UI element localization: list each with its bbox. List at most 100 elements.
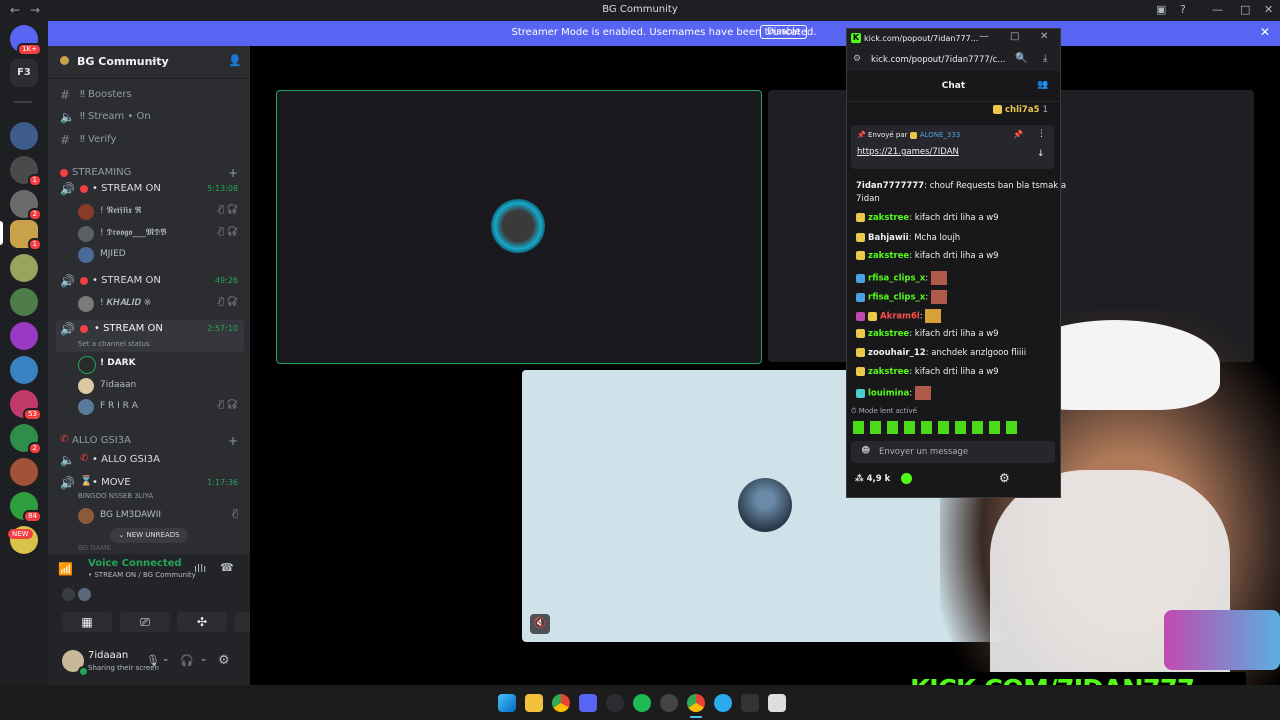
server-icon[interactable] xyxy=(10,322,38,350)
chat-message[interactable]: zakstree: kifach drti liha a w9 xyxy=(856,329,999,339)
signal-icon[interactable]: 📶 xyxy=(58,562,73,576)
participant-avatar[interactable] xyxy=(78,588,91,601)
chat-message[interactable]: zakstree: kifach drti liha a w9 xyxy=(856,367,999,377)
headphones-icon[interactable]: 🎧 xyxy=(180,654,194,667)
voice-user[interactable]: F R I R A 🎙̸ 🎧̸ xyxy=(78,397,246,417)
file-explorer-icon[interactable] xyxy=(525,694,543,712)
chat-message[interactable]: rfisa_clips_x: xyxy=(856,290,947,304)
server-icon[interactable]: 2 xyxy=(10,190,42,221)
voice-user[interactable]: MJIED xyxy=(78,245,246,265)
disable-button[interactable]: Disable xyxy=(760,25,808,39)
telegram-icon[interactable] xyxy=(714,694,732,712)
minimize-icon[interactable]: — xyxy=(1212,3,1223,16)
download-icon[interactable]: ⤓ xyxy=(1043,53,1047,64)
close-icon[interactable]: ✕ xyxy=(1040,31,1048,42)
minimize-icon[interactable]: — xyxy=(979,31,989,42)
server-icon-bg-community[interactable]: 1 xyxy=(10,220,42,251)
chat-message[interactable]: zakstree: kifach drti liha a w9 xyxy=(856,213,999,223)
spotify-icon[interactable] xyxy=(633,694,651,712)
server-icon-f3[interactable]: F3 xyxy=(10,59,38,87)
noise-suppression-icon[interactable]: ıllı xyxy=(194,562,206,575)
add-channel-icon[interactable]: + xyxy=(228,434,238,448)
server-icon[interactable] xyxy=(10,288,38,316)
chevron-down-icon[interactable]: ⌄ xyxy=(162,654,170,664)
settings-gear-icon[interactable]: ⚙ xyxy=(218,653,230,668)
chat-message[interactable]: Bahjawii: Mcha loujh xyxy=(856,233,960,243)
obs-icon[interactable] xyxy=(660,694,678,712)
pinned-message[interactable]: 📌 Envoyé par ALONE_333 📌 ⋮ https://21.ga… xyxy=(851,125,1054,169)
server-icon[interactable] xyxy=(10,458,38,486)
direct-messages-button[interactable]: 1K+ xyxy=(10,25,42,56)
voice-channel-2[interactable]: 🔊 • STREAM ON 49:26 xyxy=(56,272,246,292)
maximize-icon[interactable]: □ xyxy=(1240,3,1250,16)
chat-message[interactable]: zakstree: kifach drti liha a w9 xyxy=(856,251,999,261)
camera-off-button[interactable]: ▦ xyxy=(62,612,112,632)
more-options-icon[interactable]: ⋮ xyxy=(1037,129,1046,139)
server-icon[interactable]: 53 xyxy=(10,390,42,421)
voice-channel-5[interactable]: 🔊 ⌛ • MOVE 1:17:36 xyxy=(56,474,246,494)
add-channel-icon[interactable]: + xyxy=(228,166,238,180)
disconnect-icon[interactable]: ☎ xyxy=(220,561,234,574)
pinned-link[interactable]: https://21.games/7IDAN xyxy=(857,147,959,157)
close-icon[interactable]: ✕ xyxy=(1264,3,1273,16)
voice-connected-sub[interactable]: • STREAM ON / BG Community xyxy=(88,571,196,579)
voice-channel-1[interactable]: 🔊 • STREAM ON 5:13:08 xyxy=(56,180,246,200)
voice-user[interactable]: ! 𝕯𝖗𝖔𝖔𝖌𝖔___𝕸𝕯𝕭 🎙̸ 🎧̸ xyxy=(78,224,246,244)
channel-boosters[interactable]: # ‼ Boosters xyxy=(56,86,246,106)
site-info-icon[interactable]: ⚙ xyxy=(853,54,861,64)
arrow-down-icon[interactable]: ↓ xyxy=(1037,149,1045,159)
url-bar[interactable]: ⚙ kick.com/popout/7idan7777/c... 🔍 ⤓ xyxy=(847,49,1060,71)
voice-user[interactable]: ! 𝑲𝑯𝑨𝑳𝑰𝑫 ※ 🎙̸ 🎧̸ xyxy=(78,294,246,314)
top-gifter[interactable]: chli7a5 1 xyxy=(993,105,1048,115)
chat-input[interactable]: ☻ Envoyer un message xyxy=(851,441,1055,463)
channel-verify[interactable]: # ‼ Verify xyxy=(56,131,246,151)
chat-message[interactable]: louimina: xyxy=(856,386,931,400)
chat-message[interactable]: Akram6l: xyxy=(856,309,942,323)
voice-channel-4[interactable]: 🔈 ✆ • ALLO GSI3A xyxy=(56,451,246,471)
server-header[interactable]: BG Community ⌄ 👤 xyxy=(48,46,250,79)
channel-status-text[interactable]: Set a channel status xyxy=(78,340,150,348)
help-icon[interactable]: ? xyxy=(1180,3,1186,16)
server-icon[interactable]: 84 xyxy=(10,492,42,523)
invite-icon[interactable]: 👤 xyxy=(228,54,242,67)
server-icon[interactable] xyxy=(10,356,38,384)
search-icon[interactable]: 🔍 xyxy=(1015,53,1027,64)
microphone-icon[interactable]: 🎙 xyxy=(146,654,160,667)
channel-stream-on[interactable]: 🔈 ‼ Stream • On xyxy=(56,108,246,128)
stream-tile-speaking[interactable] xyxy=(276,90,762,364)
chrome-icon[interactable] xyxy=(552,694,570,712)
voice-user[interactable]: ! DARK xyxy=(78,354,246,374)
server-icon[interactable]: 1 xyxy=(10,156,42,187)
server-icon[interactable] xyxy=(10,254,38,282)
chrome-icon[interactable] xyxy=(687,694,705,712)
category-allo-gsi3a[interactable]: ✆ ALLO GSI3A + xyxy=(56,432,246,452)
chat-message[interactable]: rfisa_clips_x: xyxy=(856,271,947,285)
start-icon[interactable] xyxy=(498,694,516,712)
maximize-icon[interactable]: □ xyxy=(1010,31,1019,42)
app-icon[interactable] xyxy=(606,694,624,712)
discord-icon[interactable] xyxy=(579,694,597,712)
chat-settings-gear-icon[interactable]: ⚙ xyxy=(999,471,1010,485)
emoji-icon[interactable]: ☻ xyxy=(861,446,870,456)
screen-share-button[interactable]: ⎚ xyxy=(120,612,170,632)
voice-user[interactable]: 7idaaan xyxy=(78,376,246,396)
users-icon[interactable]: 👥 xyxy=(1037,80,1048,90)
activities-button[interactable]: ✣ xyxy=(177,612,227,632)
voice-user[interactable]: ! 𝕹𝖊𝖙𝖋𝖑𝖎𝖝 𝕽 🎙̸ 🎧̸ xyxy=(78,202,246,222)
notepad-icon[interactable] xyxy=(768,694,786,712)
chat-message[interactable]: 7idan7777777: chouf Requests ban bla tsm… xyxy=(856,181,1066,191)
inbox-icon[interactable]: ▣ xyxy=(1156,3,1166,16)
server-icon[interactable] xyxy=(10,122,38,150)
new-unreads-pill[interactable]: ⌄ NEW UNREADS xyxy=(110,528,188,543)
server-icon[interactable]: 2 xyxy=(10,424,42,455)
mute-tile-icon[interactable]: 🔇 xyxy=(530,614,550,634)
pin-icon[interactable]: 📌 xyxy=(1013,130,1023,139)
kick-points-icon[interactable] xyxy=(901,473,912,484)
voice-user[interactable]: BG LM3DAWII 🎙̸ xyxy=(78,506,246,526)
terminal-icon[interactable] xyxy=(741,694,759,712)
banner-close-icon[interactable]: ✕ xyxy=(1260,25,1270,39)
chevron-down-icon[interactable]: ⌄ xyxy=(200,654,208,664)
voice-channel-3-selected[interactable]: 🔊 • STREAM ON 2:57:10 Set a channel stat… xyxy=(56,320,244,352)
chat-message[interactable]: zoouhair_12: anchdek anzlgooo fliiii xyxy=(856,348,1026,358)
emote-bar[interactable] xyxy=(853,421,1023,434)
